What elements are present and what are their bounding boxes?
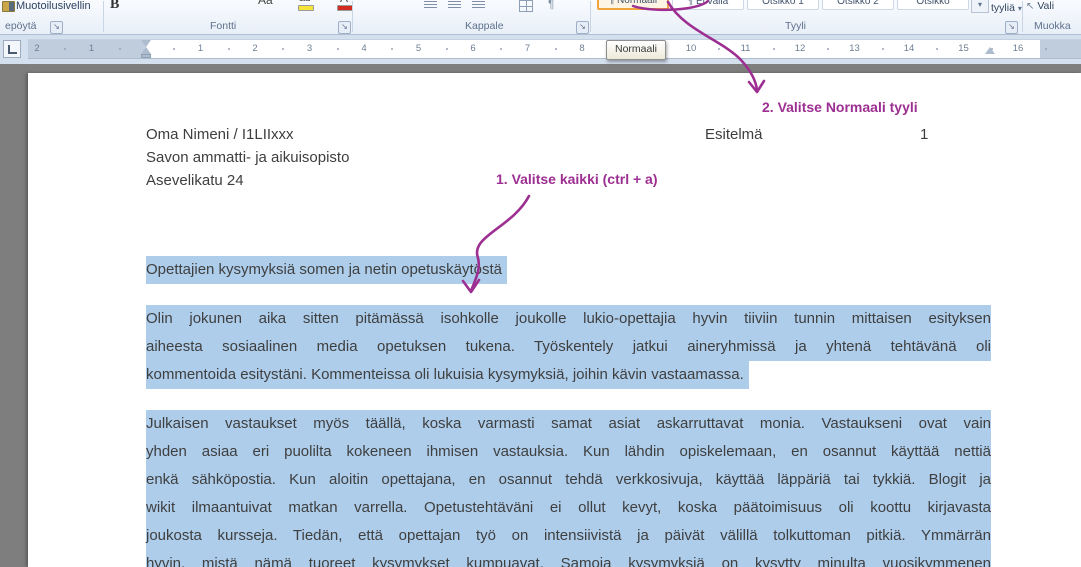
ruler-number: 4 — [361, 43, 367, 54]
header-organization: Savon ammatti- ja aikuisopisto — [146, 149, 350, 166]
header-page-number: 1 — [920, 126, 929, 143]
selected-text-line[interactable]: Julkaisen vastaukset myös täällä, koska … — [146, 410, 991, 438]
ruler-number: 7 — [524, 43, 531, 54]
selected-text-line[interactable]: Opettajien kysymyksiä somen ja netin ope… — [146, 256, 991, 284]
select-button-label: Vali — [1037, 0, 1055, 12]
ruler-number: 2 — [34, 43, 40, 54]
ruler-tick — [227, 48, 230, 50]
styles-dialog-launcher[interactable]: ↘ — [1005, 21, 1018, 34]
ruler-number: 10 — [685, 43, 697, 54]
style-gallery-item[interactable]: ¶ Normaali — [597, 0, 669, 10]
left-indent-marker[interactable] — [141, 54, 151, 58]
style-tooltip: Normaali — [606, 40, 666, 60]
style-gallery-item-label: Otsikko — [916, 0, 950, 7]
text-highlight-icon[interactable]: ab — [299, 0, 311, 4]
select-button[interactable]: ↖ Vali — [1026, 0, 1054, 12]
font-group-label: Fontti — [210, 20, 237, 32]
horizontal-ruler[interactable]: 1234567891011121314151612 — [28, 40, 1081, 58]
format-painter-icon — [2, 1, 15, 12]
selected-text-line[interactable]: yhden asiaa eri puolilta kokeneen ihmise… — [146, 438, 991, 466]
ruler-number: 1 — [197, 43, 204, 54]
header-doc-type: Esitelmä — [705, 126, 763, 143]
ruler-tick — [1045, 48, 1048, 50]
left-tab-icon — [8, 45, 17, 54]
group-divider — [352, 1, 353, 32]
clipboard-dialog-launcher[interactable]: ↘ — [50, 21, 63, 34]
font-color-bar-icon[interactable] — [337, 5, 353, 11]
justify-icon[interactable] — [472, 1, 485, 10]
change-styles-button[interactable]: tyyliä ▾ — [991, 2, 1022, 14]
first-line-indent-marker[interactable] — [141, 40, 151, 47]
ruler-tick — [64, 48, 67, 50]
highlight-color-bar-icon[interactable] — [298, 5, 314, 11]
paragraph-dialog-launcher[interactable]: ↘ — [576, 21, 589, 34]
selected-text-line[interactable]: Olin jokunen aika sitten pitämässä isohk… — [146, 305, 991, 333]
ruler-tick — [772, 48, 775, 50]
style-gallery-item-label: ¶ Ei väliä — [687, 0, 729, 7]
align-center-icon[interactable] — [448, 1, 461, 10]
selected-text-line[interactable]: kommentoida esitystäni. Kommenteissa oli… — [146, 361, 991, 389]
ruler-number: 14 — [903, 43, 915, 54]
bold-button[interactable]: B — [110, 0, 119, 13]
annotation-step2: 2. Valitse Normaali tyyli — [762, 99, 918, 115]
ruler-number: 8 — [579, 43, 585, 54]
selected-text-line[interactable]: wikit ilmaantuivat matkan varrella. Opet… — [146, 494, 991, 522]
ruler-tick — [445, 48, 448, 50]
ruler-number: 5 — [415, 43, 422, 54]
ruler-number: 13 — [849, 43, 860, 54]
ruler-tick — [554, 48, 557, 50]
style-gallery-item[interactable]: Otsikko 2 — [822, 0, 894, 10]
change-styles-label: tyyliä — [991, 2, 1015, 14]
format-painter-button[interactable]: Muotoilusivellin — [16, 0, 91, 12]
editing-group-label: Muokka — [1034, 20, 1071, 32]
ruler-number: 1 — [88, 43, 95, 54]
ruler-tick — [336, 48, 339, 50]
style-gallery-item-label: Otsikko 2 — [837, 0, 879, 7]
ruler-number: 6 — [470, 43, 476, 54]
align-left-icon[interactable] — [424, 1, 437, 10]
group-divider — [590, 1, 591, 32]
ruler-number: 12 — [794, 43, 806, 54]
header-address: Asevelikatu 24 — [146, 172, 244, 189]
group-divider — [1022, 1, 1023, 32]
word-window: Muotoilusivellin epöytä ↘ B Aa ab A Font… — [0, 0, 1081, 567]
style-gallery-item[interactable]: Otsikko 1 — [747, 0, 819, 10]
header-author: Oma Nimeni / I1LIIxxx — [146, 126, 294, 143]
ruler-number: 15 — [958, 43, 969, 54]
selected-text-line[interactable]: enkä sähköpostia. Kun aloitin opettajana… — [146, 466, 991, 494]
selected-text-line[interactable]: joukosta kursseja. Tiedän, että opettaja… — [146, 522, 991, 550]
style-gallery-item[interactable]: ¶ Ei väliä — [672, 0, 744, 10]
style-gallery-item-label: Otsikko 1 — [762, 0, 804, 7]
ruler-number: 11 — [740, 43, 751, 54]
gallery-more-button[interactable]: ▾ — [971, 0, 989, 13]
tab-selector[interactable] — [3, 40, 21, 58]
ruler-strip: 1234567891011121314151612 — [0, 35, 1081, 64]
clipboard-group-label: epöytä — [5, 20, 37, 32]
show-marks-icon[interactable]: ¶ — [548, 0, 554, 11]
ruler-number: 3 — [306, 43, 313, 54]
ruler-number: 2 — [252, 43, 258, 54]
style-gallery-item[interactable]: Otsikko — [897, 0, 969, 10]
ruler-tick — [118, 48, 121, 50]
ruler-tick — [881, 48, 884, 50]
change-case-icon[interactable]: Aa — [258, 0, 273, 7]
font-dialog-launcher[interactable]: ↘ — [338, 21, 351, 34]
selected-text: kommentoida esitystäni. Kommenteissa oli… — [146, 361, 749, 389]
selected-text-line[interactable]: hyvin, mistä nämä tuoreet kysymykset kum… — [146, 550, 991, 567]
ribbon: Muotoilusivellin epöytä ↘ B Aa ab A Font… — [0, 0, 1081, 35]
selected-text: Opettajien kysymyksiä somen ja netin ope… — [146, 256, 508, 284]
styles-group-label: Tyyli — [785, 20, 806, 32]
ruler-number: 16 — [1012, 43, 1024, 54]
style-gallery-item-label: ¶ Normaali — [608, 0, 658, 6]
group-divider — [103, 1, 104, 32]
annotation-step1: 1. Valitse kaikki (ctrl + a) — [496, 171, 658, 187]
select-arrow-icon: ↖ — [1026, 1, 1035, 12]
style-gallery: ¶ Normaali ¶ Ei väliä Otsikko 1 Otsikko 2 Ot… — [597, 0, 969, 12]
selected-text-line[interactable]: aiheesta sosiaalinen media opetuksen tuk… — [146, 333, 991, 361]
borders-icon[interactable] — [519, 0, 533, 12]
right-indent-marker[interactable] — [985, 47, 995, 54]
paragraph-group-label: Kappale — [465, 20, 504, 32]
hanging-indent-marker[interactable] — [141, 47, 151, 54]
